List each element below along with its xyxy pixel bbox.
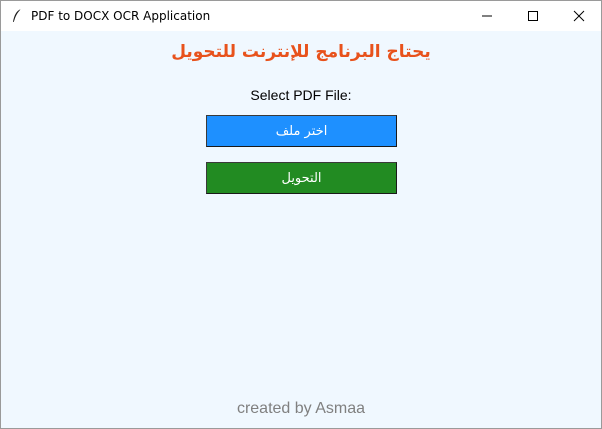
author-credit: created by Asmaa — [236, 400, 366, 417]
maximize-icon — [527, 10, 539, 22]
choose-file-button[interactable]: اختر ملف — [206, 115, 397, 147]
app-window: PDF to DOCX OCR Application يحتاج البرنا… — [0, 0, 602, 429]
title-bar[interactable]: PDF to DOCX OCR Application — [1, 1, 601, 31]
close-button[interactable] — [556, 1, 602, 31]
minimize-button[interactable] — [464, 1, 510, 31]
maximize-button[interactable] — [510, 1, 556, 31]
main-content: يحتاج البرنامج للإنترنت للتحويل Select P… — [1, 31, 601, 428]
internet-required-heading: يحتاج البرنامج للإنترنت للتحويل — [171, 42, 431, 62]
window-title: PDF to DOCX OCR Application — [31, 9, 211, 23]
minimize-icon — [481, 10, 493, 22]
close-icon — [573, 10, 585, 22]
select-pdf-label: Select PDF File: — [250, 87, 352, 103]
feather-icon — [10, 8, 24, 24]
convert-button[interactable]: التحويل — [206, 162, 397, 194]
